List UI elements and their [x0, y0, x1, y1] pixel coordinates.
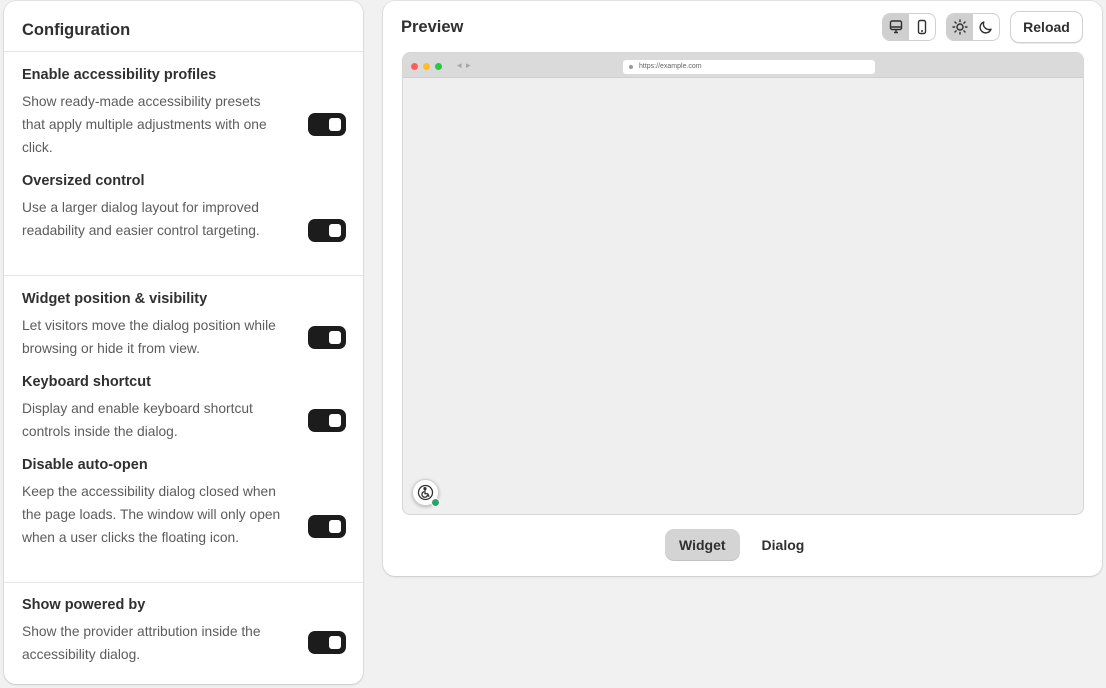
setting-description: Show the provider attribution inside the…	[22, 624, 261, 662]
setting-title: Oversized control	[22, 173, 145, 189]
setting-title: Disable auto-open	[22, 457, 148, 473]
accessibility-widget-button[interactable]	[412, 479, 440, 507]
keyboard-shortcut-toggle[interactable]	[308, 409, 346, 432]
tab-widget[interactable]: Widget	[665, 529, 740, 561]
oversized-control-toggle[interactable]	[308, 219, 346, 242]
status-badge	[431, 498, 440, 507]
maximize-dot	[435, 63, 442, 70]
setting-description: Display and enable keyboard shortcut con…	[22, 401, 253, 439]
settings-group: Widget position & visibility Let visitor…	[4, 276, 363, 583]
mobile-icon[interactable]	[909, 14, 935, 40]
configuration-title: Configuration	[22, 21, 131, 39]
setting-accessibility-profiles: Enable accessibility profiles Show ready…	[4, 52, 363, 158]
toggle-knob	[329, 118, 341, 131]
setting-title: Widget position & visibility	[22, 291, 208, 307]
configuration-header: Configuration	[4, 1, 363, 52]
toggle-knob	[329, 520, 341, 533]
address-url: https://example.com	[639, 63, 702, 70]
nav-arrows-icon: ◂ ▸	[457, 60, 472, 70]
setting-keyboard-shortcut: Keyboard shortcut Display and enable key…	[4, 360, 363, 443]
browser-toolbar: ◂ ▸ https://example.com	[403, 53, 1083, 78]
theme-toggle	[946, 13, 1000, 41]
toggle-knob	[329, 224, 341, 237]
minimize-dot	[423, 63, 430, 70]
setting-disable-auto-open: Disable auto-open Keep the accessibility…	[4, 443, 363, 549]
show-powered-by-toggle[interactable]	[308, 631, 346, 654]
reload-button[interactable]: Reload	[1010, 11, 1083, 43]
address-bar: https://example.com	[623, 60, 875, 74]
setting-title: Show powered by	[22, 597, 146, 613]
setting-widget-position: Widget position & visibility Let visitor…	[4, 276, 363, 360]
toggle-knob	[329, 636, 341, 649]
lock-icon	[629, 65, 633, 69]
setting-description: Use a larger dialog layout for improved …	[22, 200, 260, 238]
settings-group: Show powered by Show the provider attrib…	[4, 583, 363, 666]
toggle-knob	[329, 331, 341, 344]
setting-description: Keep the accessibility dialog closed whe…	[22, 484, 281, 545]
setting-description: Show ready-made accessibility presets th…	[22, 94, 267, 155]
desktop-icon[interactable]	[883, 14, 909, 40]
setting-title: Enable accessibility profiles	[22, 67, 217, 83]
sun-icon[interactable]	[947, 14, 973, 40]
toggle-knob	[329, 414, 341, 427]
preview-tabs: Widget Dialog	[665, 529, 818, 561]
moon-icon[interactable]	[973, 14, 999, 40]
close-dot	[411, 63, 418, 70]
accessibility-profiles-toggle[interactable]	[308, 113, 346, 136]
browser-preview: ◂ ▸ https://example.com	[402, 52, 1084, 515]
tab-dialog[interactable]: Dialog	[748, 529, 819, 561]
setting-title: Keyboard shortcut	[22, 374, 151, 390]
device-toggle	[882, 13, 936, 41]
preview-panel: Preview Reload ◂ ▸ https://example.com W…	[383, 1, 1102, 576]
setting-show-powered-by: Show powered by Show the provider attrib…	[4, 583, 363, 666]
preview-title: Preview	[401, 18, 464, 36]
disable-auto-open-toggle[interactable]	[308, 515, 346, 538]
setting-oversized-control: Oversized control Use a larger dialog la…	[4, 158, 363, 242]
configuration-panel: Configuration Enable accessibility profi…	[4, 1, 363, 684]
setting-description: Let visitors move the dialog position wh…	[22, 318, 276, 356]
settings-group: Enable accessibility profiles Show ready…	[4, 52, 363, 276]
widget-position-toggle[interactable]	[308, 326, 346, 349]
